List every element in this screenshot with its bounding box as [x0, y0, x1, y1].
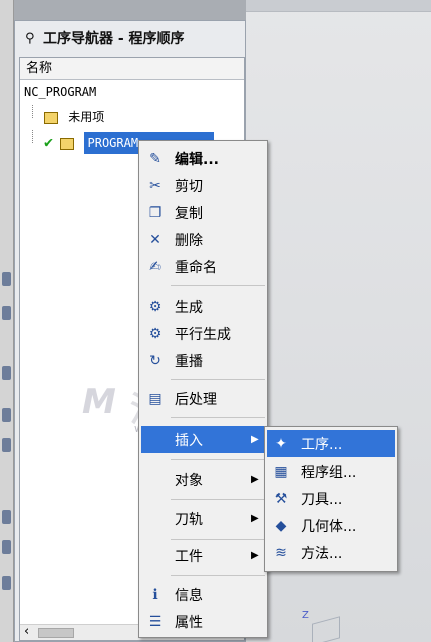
menu-item-delete[interactable]: ✕ 删除: [141, 226, 265, 253]
folder-icon: [44, 111, 58, 124]
menu-separator: [171, 285, 265, 286]
menu-separator: [171, 575, 265, 576]
operation-icon: ✦: [275, 435, 287, 452]
checkmark-icon: ✔: [44, 133, 54, 151]
replay-icon: ↻: [149, 352, 161, 369]
geometry-icon: ◆: [275, 517, 287, 534]
submenu-item-tool[interactable]: ⚒ 刀具...: [267, 485, 395, 512]
menu-separator: [171, 417, 265, 418]
toolbar-icon[interactable]: [2, 576, 11, 590]
tool-icon: ⚒: [274, 490, 288, 507]
app-toolbar-strip: [0, 0, 14, 642]
toolbar-icon[interactable]: [2, 438, 11, 452]
method-icon: ≋: [275, 544, 287, 561]
copy-icon: ❐: [148, 204, 162, 221]
toolbar-icon[interactable]: [2, 366, 11, 380]
edit-icon: ✎: [149, 150, 161, 167]
menu-separator: [171, 459, 265, 460]
properties-icon: ☰: [148, 613, 162, 630]
toolbar-icon[interactable]: [2, 408, 11, 422]
tree-row-unused[interactable]: 未用项: [20, 105, 244, 130]
toolbar-icon[interactable]: [2, 540, 11, 554]
tree-connector: [32, 105, 33, 118]
menu-item-workpiece[interactable]: 工件 ▶: [141, 542, 265, 569]
scroll-thumb[interactable]: [38, 628, 74, 638]
menu-item-object[interactable]: 对象 ▶: [141, 466, 265, 493]
program-group-icon: ▦: [274, 463, 288, 480]
menu-separator: [171, 539, 265, 540]
folder-icon: [60, 137, 75, 150]
submenu-arrow-icon: ▶: [251, 434, 259, 445]
submenu-arrow-icon: ▶: [251, 474, 259, 485]
column-header-name[interactable]: 名称: [20, 58, 244, 80]
navigator-title-bar: ⚲ 工序导航器 - 程序顺序: [15, 21, 245, 55]
menu-separator: [171, 499, 265, 500]
toolbar-icon[interactable]: [2, 306, 11, 320]
menu-item-rename[interactable]: ✍ 重命名: [141, 253, 265, 280]
context-menu: ✎ 编辑... ✂ 剪切 ❐ 复制 ✕ 删除 ✍ 重命名 ⚙ 生成 ⚙ 平行生成…: [138, 140, 268, 638]
menu-item-toolpath[interactable]: 刀轨 ▶: [141, 505, 265, 532]
menu-item-insert[interactable]: 插入 ▶: [141, 426, 265, 453]
tree-label: NC_PROGRAM: [24, 85, 97, 99]
viewport-top-bar: [246, 0, 431, 12]
submenu-item-operation[interactable]: ✦ 工序...: [267, 430, 395, 457]
menu-item-generate[interactable]: ⚙ 生成: [141, 293, 265, 320]
cut-icon: ✂: [149, 177, 161, 194]
pin-icon[interactable]: ⚲: [25, 31, 43, 46]
scroll-left-icon[interactable]: ‹: [24, 624, 29, 639]
menu-item-parallel-generate[interactable]: ⚙ 平行生成: [141, 320, 265, 347]
generate-icon: ⚙: [148, 298, 162, 315]
parallel-generate-icon: ⚙: [148, 325, 162, 342]
postprocess-icon: ▤: [148, 390, 162, 407]
tree-label: 未用项: [68, 110, 105, 124]
toolbar-icon[interactable]: [2, 272, 11, 286]
delete-icon: ✕: [149, 231, 161, 248]
submenu-item-program-group[interactable]: ▦ 程序组...: [267, 458, 395, 485]
menu-item-edit[interactable]: ✎ 编辑...: [141, 145, 265, 172]
submenu-item-method[interactable]: ≋ 方法...: [267, 539, 395, 566]
menu-item-info[interactable]: ℹ 信息: [141, 581, 265, 608]
menu-item-replay[interactable]: ↻ 重播: [141, 347, 265, 374]
insert-submenu: ✦ 工序... ▦ 程序组... ⚒ 刀具... ◆ 几何体... ≋ 方法..…: [264, 426, 398, 572]
submenu-arrow-icon: ▶: [251, 513, 259, 524]
submenu-item-geometry[interactable]: ◆ 几何体...: [267, 512, 395, 539]
navigator-title: 工序导航器 - 程序顺序: [43, 31, 185, 47]
menu-item-copy[interactable]: ❐ 复制: [141, 199, 265, 226]
axis-z-label: Z: [302, 610, 309, 621]
tree-row-nc-program[interactable]: NC_PROGRAM: [20, 80, 244, 105]
menu-item-cut[interactable]: ✂ 剪切: [141, 172, 265, 199]
menu-item-properties[interactable]: ☰ 属性: [141, 608, 265, 635]
menu-separator: [171, 379, 265, 380]
info-icon: ℹ: [152, 586, 158, 603]
menu-item-postprocess[interactable]: ▤ 后处理: [141, 385, 265, 412]
rename-icon: ✍: [149, 258, 161, 275]
toolbar-icon[interactable]: [2, 510, 11, 524]
submenu-arrow-icon: ▶: [251, 550, 259, 561]
tree-connector: [32, 130, 33, 143]
